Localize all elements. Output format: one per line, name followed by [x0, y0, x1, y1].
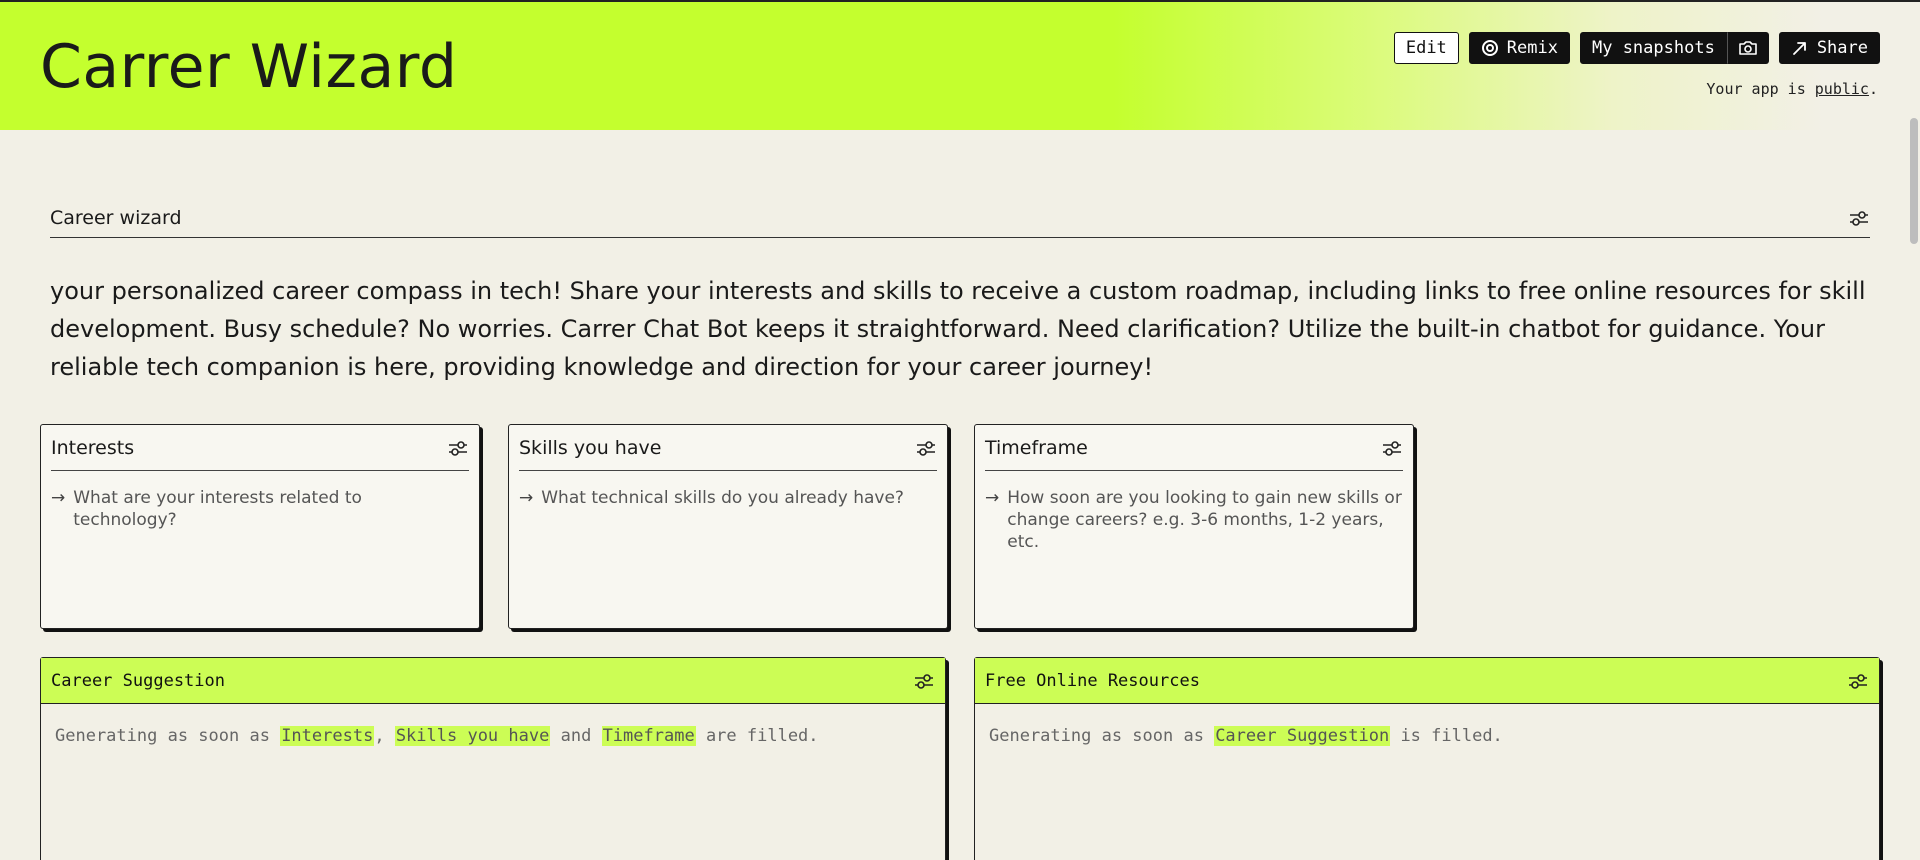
status-suffix: is filled. — [1400, 726, 1503, 746]
status-prefix: Generating as soon as — [989, 726, 1204, 746]
card-title: Timeframe — [985, 436, 1088, 459]
arrow-right-icon: → — [985, 488, 1000, 508]
card-title: Free Online Resources — [985, 670, 1200, 691]
card-header: Free Online Resources — [975, 658, 1879, 704]
status-separator: , — [374, 726, 385, 746]
visibility-note: Your app is public. — [1706, 80, 1878, 98]
dependency-chip: Career Suggestion — [1214, 726, 1391, 746]
share-label: Share — [1816, 38, 1868, 58]
app-header: Carrer Wizard Edit Remix My snapshots Sh… — [0, 0, 1920, 130]
status-prefix: Generating as soon as — [55, 726, 270, 746]
settings-sliders-icon[interactable] — [1381, 437, 1403, 459]
card-title: Interests — [51, 436, 135, 459]
settings-sliders-icon[interactable] — [913, 670, 935, 692]
generation-status: Generating as soon as Career Suggestion … — [975, 704, 1879, 768]
app-title: Carrer Wizard — [40, 32, 458, 102]
card-prompt-text: What technical skills do you already hav… — [541, 488, 904, 508]
toolbar: Edit Remix My snapshots Share — [1393, 32, 1880, 64]
dependency-chip: Timeframe — [601, 726, 696, 746]
card-prompt-text: What are your interests related to techn… — [73, 488, 362, 530]
remix-button[interactable]: Remix — [1468, 32, 1570, 64]
intro-text: your personalized career compass in tech… — [50, 277, 1866, 381]
dependency-chip: Interests — [280, 726, 375, 746]
card-header: Timeframe — [985, 425, 1403, 471]
camera-icon — [1738, 39, 1758, 57]
arrow-right-icon: → — [519, 488, 534, 508]
card-header: Interests — [51, 425, 469, 471]
settings-sliders-icon[interactable] — [1848, 207, 1870, 229]
timeframe-card[interactable]: Timeframe → How soon are you looking to … — [974, 424, 1414, 629]
settings-sliders-icon[interactable] — [915, 437, 937, 459]
card-title: Skills you have — [519, 436, 662, 459]
visibility-suffix: . — [1868, 80, 1878, 98]
dependency-chip: Skills you have — [394, 726, 551, 746]
snapshots-group: My snapshots — [1579, 32, 1769, 64]
remix-icon — [1481, 39, 1499, 57]
edit-button[interactable]: Edit — [1393, 32, 1459, 64]
arrow-right-icon: → — [51, 488, 66, 508]
card-header: Skills you have — [519, 425, 937, 471]
interests-input[interactable]: → What are your interests related to tec… — [51, 487, 469, 531]
skills-card[interactable]: Skills you have → What technical skills … — [508, 424, 948, 629]
settings-sliders-icon[interactable] — [1847, 670, 1869, 692]
share-arrow-icon — [1791, 39, 1809, 57]
snapshot-camera-button[interactable] — [1726, 32, 1769, 64]
section-title: Career wizard — [50, 206, 182, 229]
interests-card[interactable]: Interests → What are your interests rela… — [40, 424, 480, 629]
visibility-link[interactable]: public — [1815, 80, 1869, 98]
timeframe-input[interactable]: → How soon are you looking to gain new s… — [985, 487, 1403, 553]
status-suffix: are filled. — [705, 726, 819, 746]
share-button[interactable]: Share — [1778, 32, 1880, 64]
card-title: Career Suggestion — [51, 670, 225, 691]
card-header: Career Suggestion — [41, 658, 945, 704]
section-header: Career wizard — [50, 198, 1870, 238]
generation-status: Generating as soon as Interests, Skills … — [41, 704, 945, 768]
free-resources-card: Free Online Resources Generating as soon… — [974, 657, 1880, 860]
remix-label: Remix — [1506, 38, 1558, 58]
settings-sliders-icon[interactable] — [447, 437, 469, 459]
career-suggestion-card: Career Suggestion Generating as soon as … — [40, 657, 946, 860]
my-snapshots-button[interactable]: My snapshots — [1579, 32, 1727, 64]
visibility-prefix: Your app is — [1706, 80, 1815, 98]
page-scrollbar-thumb[interactable] — [1910, 118, 1918, 244]
card-prompt-text: How soon are you looking to gain new ski… — [1007, 488, 1402, 552]
status-separator: and — [560, 726, 592, 746]
skills-input[interactable]: → What technical skills do you already h… — [519, 487, 937, 509]
